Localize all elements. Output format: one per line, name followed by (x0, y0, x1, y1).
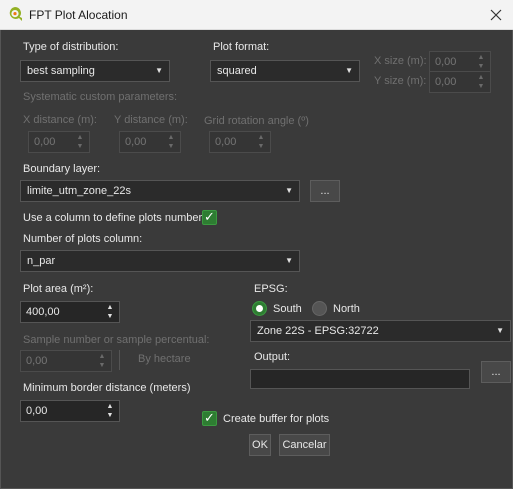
distribution-value: best sampling (27, 65, 95, 77)
plots-column-value: n_par (27, 255, 56, 267)
min-border-spinbox[interactable]: 0,00 ▲ ▼ (20, 400, 120, 422)
spin-arrows-icon: ▲ ▼ (167, 134, 175, 150)
rotation-spinbox[interactable]: 0,00 ▲ ▼ (209, 131, 271, 153)
plot-area-label: Plot area (m²): (23, 283, 94, 295)
y-size-spinbox[interactable]: 0,00 ▲ ▼ (429, 71, 491, 93)
x-distance-value: 0,00 (34, 136, 56, 148)
x-size-spinbox[interactable]: 0,00 ▲ ▼ (429, 51, 491, 73)
y-distance-spinbox[interactable]: 0,00 ▲ ▼ (119, 131, 181, 153)
x-distance-spinbox[interactable]: 0,00 ▲ ▼ (28, 131, 90, 153)
spin-arrows-icon: ▲ ▼ (98, 353, 106, 369)
chevron-down-icon: ▼ (285, 256, 293, 265)
distribution-label: Type of distribution: (23, 41, 119, 53)
spin-arrows-icon: ▲ ▼ (257, 134, 265, 150)
title-bar: FPT Plot Alocation (0, 0, 513, 30)
spin-arrows-icon: ▲ ▼ (106, 403, 114, 419)
boundary-browse-button[interactable]: ... (310, 180, 340, 202)
cancel-button[interactable]: Cancelar (279, 434, 330, 456)
sample-spinbox[interactable]: 0,00 ▲ ▼ (20, 350, 112, 372)
x-distance-label: X distance (m): (23, 114, 97, 126)
checkmark-icon: ✓ (204, 410, 215, 425)
dialog-body: Type of distribution: best sampling ▼ Pl… (0, 30, 513, 489)
boundary-layer-select[interactable]: limite_utm_zone_22s ▼ (20, 180, 300, 202)
plots-column-select[interactable]: n_par ▼ (20, 250, 300, 272)
output-label: Output: (254, 351, 291, 363)
epsg-select[interactable]: Zone 22S - EPSG:32722 ▼ (250, 320, 511, 342)
south-radio[interactable] (252, 301, 267, 316)
x-size-value: 0,00 (435, 56, 457, 68)
chevron-down-icon: ▼ (155, 66, 163, 75)
north-radio[interactable] (312, 301, 327, 316)
plot-format-value: squared (217, 65, 257, 77)
spin-arrows-icon: ▲ ▼ (76, 134, 84, 150)
y-distance-value: 0,00 (125, 136, 147, 148)
systematic-label: Systematic custom parameters: (23, 91, 178, 103)
plot-area-spinbox[interactable]: 400,00 ▲ ▼ (20, 301, 120, 323)
output-browse-button[interactable]: ... (481, 361, 511, 383)
y-size-label: Y size (m): (374, 75, 427, 87)
south-label: South (273, 303, 302, 315)
qgis-logo-icon (9, 7, 22, 21)
y-distance-label: Y distance (m): (114, 114, 188, 126)
rotation-label: Grid rotation angle (º) (204, 115, 309, 127)
y-size-value: 0,00 (435, 76, 457, 88)
by-hectare-label: By hectare (138, 353, 191, 365)
checkmark-icon: ✓ (204, 209, 215, 224)
chevron-down-icon: ▼ (285, 186, 293, 195)
north-label: North (333, 303, 360, 315)
epsg-label: EPSG: (254, 283, 288, 295)
plot-format-select[interactable]: squared ▼ (210, 60, 360, 82)
x-size-label: X size (m): (374, 55, 427, 67)
plot-area-value: 400,00 (26, 306, 60, 318)
boundary-layer-label: Boundary layer: (23, 163, 101, 175)
buffer-checkbox[interactable]: ✓ (202, 410, 217, 426)
sample-value: 0,00 (26, 355, 48, 367)
plot-format-label: Plot format: (213, 41, 270, 53)
close-icon[interactable] (485, 5, 507, 25)
window-title: FPT Plot Alocation (29, 8, 128, 22)
boundary-layer-value: limite_utm_zone_22s (27, 185, 131, 197)
chevron-down-icon: ▼ (496, 326, 504, 335)
spin-arrows-icon: ▲ ▼ (477, 74, 485, 90)
plots-column-label: Number of plots column: (23, 233, 143, 245)
distribution-select[interactable]: best sampling ▼ (20, 60, 170, 82)
use-column-label: Use a column to define plots number (23, 212, 203, 224)
spin-arrows-icon: ▲ ▼ (477, 54, 485, 70)
sample-label: Sample number or sample percentual: (23, 334, 210, 346)
separator (119, 350, 120, 370)
epsg-value: Zone 22S - EPSG:32722 (257, 325, 379, 337)
min-border-value: 0,00 (26, 405, 48, 417)
buffer-label: Create buffer for plots (223, 413, 330, 425)
ok-button[interactable]: OK (249, 434, 271, 456)
spin-arrows-icon: ▲ ▼ (106, 304, 114, 320)
min-border-label: Minimum border distance (meters) (23, 382, 191, 394)
use-column-checkbox[interactable]: ✓ (202, 209, 217, 225)
rotation-value: 0,00 (215, 136, 237, 148)
output-path-input[interactable] (250, 369, 470, 389)
chevron-down-icon: ▼ (345, 66, 353, 75)
